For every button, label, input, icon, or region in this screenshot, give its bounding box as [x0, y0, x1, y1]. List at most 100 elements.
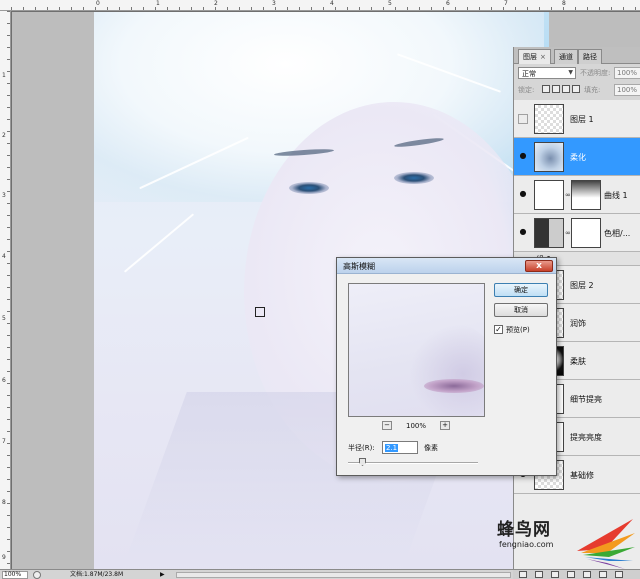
ruler-number: 5: [388, 0, 392, 7]
ruler-number: 2: [214, 0, 218, 7]
layer-row[interactable]: ● ∞ 曲线 1: [514, 176, 640, 214]
chain-icon: ∞: [565, 191, 571, 199]
add-mask-icon[interactable]: [551, 571, 559, 578]
ruler-number: 7: [2, 438, 6, 445]
watermark-url: fengniao.com: [499, 540, 554, 549]
tab-layers[interactable]: 图层 ×: [518, 49, 551, 64]
radius-slider-thumb[interactable]: [359, 458, 366, 466]
ruler-number: 4: [330, 0, 334, 7]
eye-icon[interactable]: ●: [518, 228, 528, 238]
blend-row: 正常 ▼ 不透明度: 100%: [518, 67, 640, 80]
layer-name: 润饰: [570, 319, 586, 328]
tab-label: 通道: [559, 53, 573, 61]
chain-icon: ∞: [565, 229, 571, 237]
radius-input[interactable]: 2.1: [382, 441, 418, 454]
status-info-icon[interactable]: [33, 571, 41, 579]
new-layer-icon[interactable]: [599, 571, 607, 578]
delete-layer-icon[interactable]: [615, 571, 623, 578]
layer-name: 色相/...: [604, 229, 631, 238]
lock-pixels-icon[interactable]: [552, 85, 560, 93]
radius-slider-track[interactable]: [348, 462, 478, 464]
visibility-toggle[interactable]: [518, 114, 528, 124]
layer-name: 曲线 1: [604, 191, 628, 200]
blur-preview[interactable]: [348, 283, 485, 417]
ruler-number: 6: [446, 0, 450, 7]
ruler-ticks: [7, 11, 10, 569]
ruler-number: 3: [2, 192, 6, 199]
vertical-ruler: 1 2 3 4 5 6 7 8 9: [0, 11, 11, 569]
preview-checkbox-row[interactable]: ✓ 预览(P): [494, 324, 554, 336]
ruler-number: 6: [2, 377, 6, 384]
panel-tab-bar: 图层 × 通道 路径: [514, 47, 640, 64]
watermark-text: 蜂鸟网: [497, 520, 551, 540]
tab-paths[interactable]: 路径: [578, 49, 602, 64]
adjustment-layer-icon[interactable]: [567, 571, 575, 578]
radius-value: 2.1: [385, 444, 399, 452]
layer-name: 提亮亮度: [570, 433, 602, 442]
dialog-titlebar[interactable]: 高斯模糊 x: [337, 258, 556, 274]
new-group-icon[interactable]: [583, 571, 591, 578]
curves-adjustment-icon: [534, 180, 564, 210]
cancel-button[interactable]: 取消: [494, 303, 548, 317]
layer-row[interactable]: 图层 1: [514, 100, 640, 138]
close-button[interactable]: x: [525, 260, 553, 272]
ruler-number: 7: [504, 0, 508, 7]
opacity-field[interactable]: 100%: [614, 67, 640, 79]
lock-transparency-icon[interactable]: [542, 85, 550, 93]
close-icon[interactable]: ×: [540, 53, 546, 61]
preview-label: 预览(P): [506, 326, 530, 334]
ok-button[interactable]: 确定: [494, 283, 548, 297]
zoom-row: − 100% +: [348, 420, 485, 432]
zoom-out-button[interactable]: −: [382, 421, 392, 430]
ruler-number: 1: [2, 72, 6, 79]
photo-eye: [394, 172, 434, 184]
mask-thumbnail[interactable]: [571, 218, 601, 248]
layer-name: 图层 1: [570, 115, 594, 124]
gaussian-blur-dialog: 高斯模糊 x − 100% + 确定 取消 ✓ 预览(P) 半径(R): 2.1…: [336, 257, 557, 476]
layer-row[interactable]: ● ∞ 色相/...: [514, 214, 640, 252]
eye-icon[interactable]: ●: [518, 152, 528, 162]
lock-label: 锁定:: [518, 86, 535, 94]
photoshop-window: 0 1 2 3 4 5 6 7 8 1 2 3 4 5 6 7 8 9 图层 ×…: [0, 0, 640, 579]
layer-style-icon[interactable]: [535, 571, 543, 578]
layers-panel-footer: [513, 569, 640, 579]
radius-unit: 像素: [424, 444, 438, 452]
zoom-level-field[interactable]: 100%: [2, 571, 28, 579]
preview-checkbox[interactable]: ✓: [494, 325, 503, 334]
layer-name: 图层 2: [570, 281, 594, 290]
tab-label: 路径: [583, 53, 597, 61]
watermark: 蜂鸟网 fengniao.com: [497, 515, 640, 569]
photo-fur-strand: [123, 213, 195, 273]
ruler-number: 1: [156, 0, 160, 7]
link-layers-icon[interactable]: [519, 571, 527, 578]
zoom-in-button[interactable]: +: [440, 421, 450, 430]
lock-all-icon[interactable]: [572, 85, 580, 93]
brush-cursor: [255, 307, 265, 317]
blend-mode-select[interactable]: 正常 ▼: [518, 67, 576, 79]
bird-logo-icon: [577, 519, 635, 569]
document-size: 文档:1.87M/23.8M: [70, 571, 124, 578]
mask-thumbnail[interactable]: [571, 180, 601, 210]
lock-row: 锁定: 填充: 100%: [518, 84, 640, 96]
lock-position-icon[interactable]: [562, 85, 570, 93]
tab-channels[interactable]: 通道: [554, 49, 578, 64]
layer-name: 细节提亮: [570, 395, 602, 404]
status-menu-arrow[interactable]: ▶: [160, 571, 165, 578]
horizontal-scrollbar[interactable]: [176, 572, 511, 578]
ruler-number: 5: [2, 315, 6, 322]
ruler-number: 0: [96, 0, 100, 7]
horizontal-ruler: 0 1 2 3 4 5 6 7 8: [0, 0, 640, 11]
layer-name: 基础修: [570, 471, 594, 480]
photo-eye: [289, 182, 329, 194]
hue-adjustment-icon: [534, 218, 564, 248]
fill-label: 填充:: [584, 86, 601, 94]
radius-row: 半径(R): 2.1 像素: [348, 441, 538, 455]
layer-name: 柔肤: [570, 357, 586, 366]
fill-field[interactable]: 100%: [614, 84, 640, 96]
eye-icon[interactable]: ●: [518, 190, 528, 200]
ruler-number: 8: [562, 0, 566, 7]
ruler-ticks: [11, 7, 640, 10]
layer-name: 柔化: [570, 153, 586, 162]
layer-row-selected[interactable]: ● 柔化: [514, 138, 640, 176]
ruler-number: 9: [2, 554, 6, 561]
